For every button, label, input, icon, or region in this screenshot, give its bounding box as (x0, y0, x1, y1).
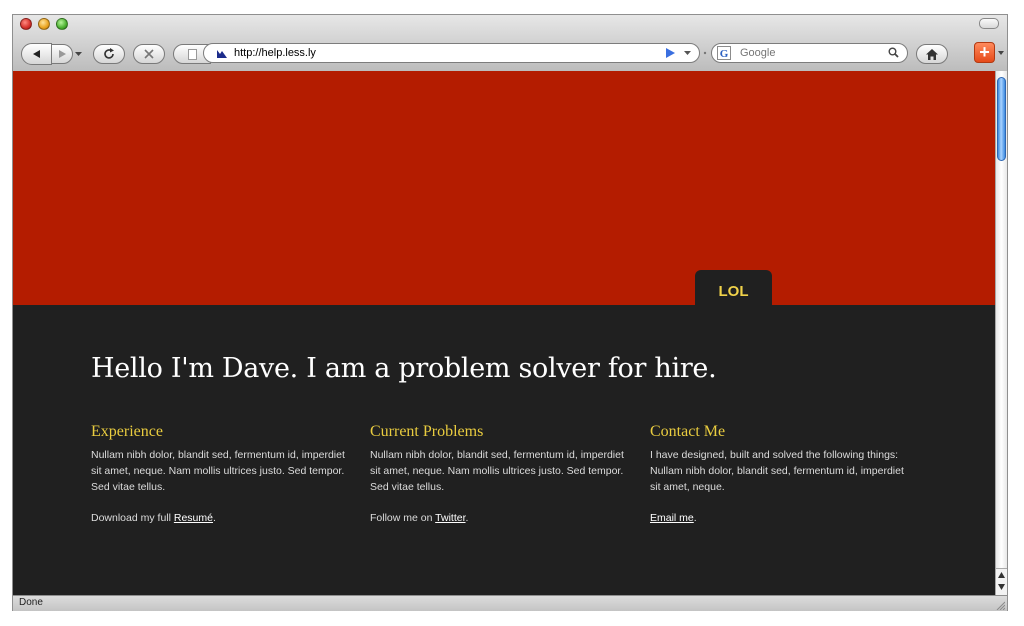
column-footer: Follow me on Twitter. (370, 512, 469, 524)
stop-icon (144, 49, 154, 59)
url-text: http://help.less.ly (234, 47, 316, 59)
status-text: Done (19, 597, 43, 608)
history-dropdown-icon[interactable] (75, 52, 82, 57)
separator-dot-icon (703, 51, 707, 55)
browser-titlebar: http://help.less.ly G + (13, 15, 1007, 72)
column-title: Current Problems (370, 423, 484, 440)
page-content: Hello I'm Dave. I am a problem solver fo… (91, 353, 931, 524)
column-contact-me: Contact Me I have designed, built and so… (650, 423, 910, 526)
google-icon[interactable]: G (717, 46, 731, 60)
page-headline: Hello I'm Dave. I am a problem solver fo… (91, 353, 717, 384)
page-icon (187, 48, 197, 60)
lol-tab[interactable]: LOL (695, 270, 772, 306)
extension-dropdown-icon[interactable] (998, 51, 1004, 55)
forward-arrow-icon (59, 50, 66, 58)
column-title: Experience (91, 423, 163, 440)
home-icon (926, 48, 938, 60)
window-controls (20, 18, 68, 30)
forward-button[interactable] (51, 44, 73, 64)
search-field[interactable]: G (711, 43, 908, 63)
column-title: Contact Me (650, 423, 726, 440)
browser-toolbar: http://help.less.ly G + (13, 39, 1007, 67)
column-experience: Experience Nullam nibh dolor, blandit se… (91, 423, 351, 526)
twitter-link[interactable]: Twitter (435, 512, 465, 524)
plus-extension-button[interactable]: + (974, 42, 995, 63)
reload-icon (104, 48, 114, 59)
plus-icon: + (979, 42, 990, 62)
column-body: I have designed, built and solved the fo… (650, 449, 904, 493)
column-footer: Email me. (650, 512, 697, 524)
minimize-window-button[interactable] (38, 18, 50, 30)
site-favicon (217, 50, 227, 58)
toolbar-toggle-button[interactable] (979, 18, 999, 29)
column-body: Nullam nibh dolor, blandit sed, fermentu… (91, 449, 345, 493)
column-body: Nullam nibh dolor, blandit sed, fermentu… (370, 449, 624, 493)
column-current-problems: Current Problems Nullam nibh dolor, blan… (370, 423, 630, 526)
back-button[interactable] (21, 43, 52, 65)
browser-window: http://help.less.ly G + LOL Hello I'm D (12, 14, 1008, 611)
resize-grip-icon[interactable] (995, 600, 1005, 610)
column-footer: Download my full Resumé. (91, 512, 216, 524)
magnifier-icon[interactable] (888, 47, 899, 58)
status-bar: Done (13, 595, 1007, 611)
rss-icon[interactable] (665, 48, 675, 58)
scroll-arrows (996, 568, 1007, 595)
email-link[interactable]: Email me (650, 512, 694, 524)
search-input[interactable] (740, 46, 880, 60)
close-window-button[interactable] (20, 18, 32, 30)
reload-button[interactable] (93, 44, 125, 64)
back-arrow-icon (32, 50, 40, 58)
url-dropdown-icon[interactable] (684, 51, 691, 56)
hero-banner (13, 71, 995, 305)
scrollbar-thumb[interactable] (997, 77, 1006, 161)
scroll-up-icon[interactable] (998, 572, 1005, 578)
resume-link[interactable]: Resumé (174, 512, 213, 524)
web-page: LOL Hello I'm Dave. I am a problem solve… (13, 71, 995, 595)
zoom-window-button[interactable] (56, 18, 68, 30)
vertical-scrollbar[interactable] (995, 71, 1007, 595)
address-bar[interactable]: http://help.less.ly (203, 43, 700, 63)
stop-button[interactable] (133, 44, 165, 64)
home-button[interactable] (916, 44, 948, 64)
scroll-down-icon[interactable] (998, 584, 1005, 590)
